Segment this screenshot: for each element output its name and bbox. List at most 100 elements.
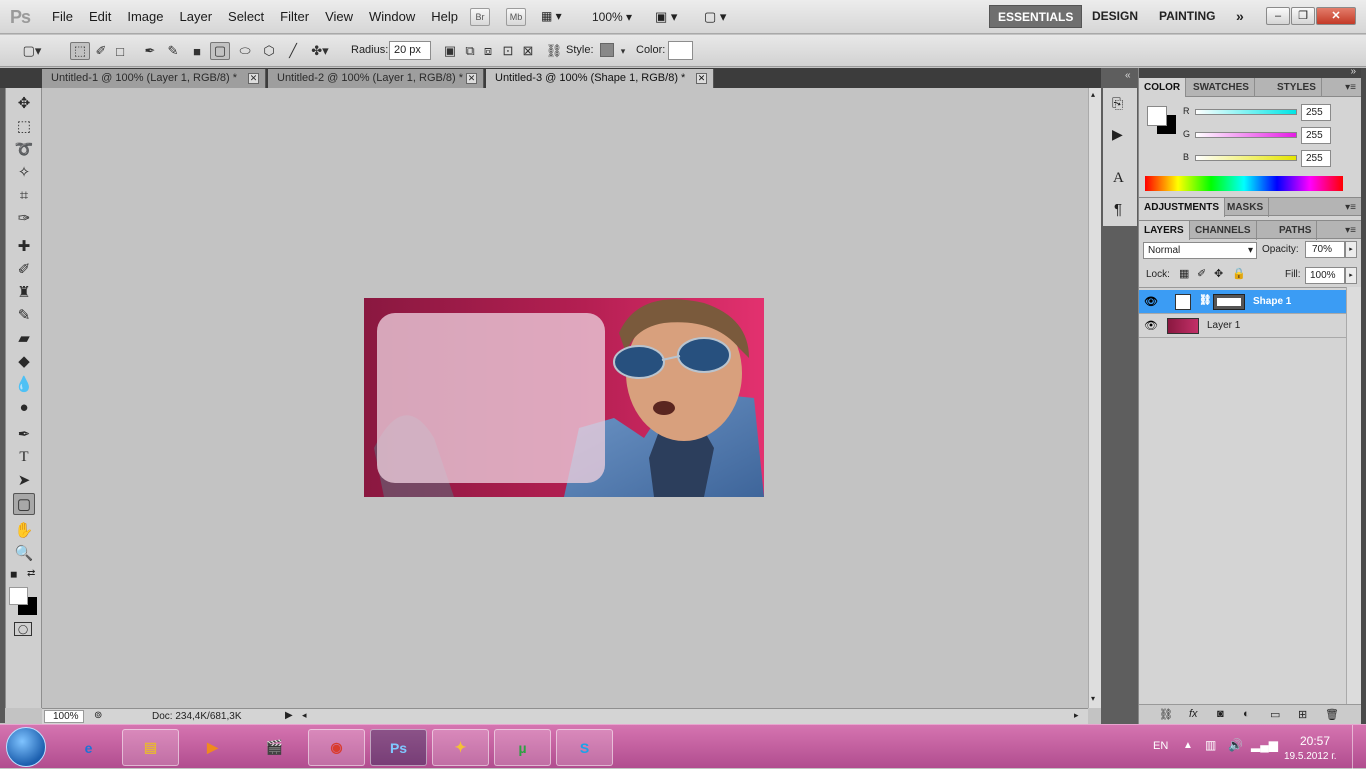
panel-foreground-swatch[interactable] (1147, 106, 1167, 126)
healing-brush-tool-icon[interactable]: ✚ (13, 235, 35, 257)
new-shape-layer-icon[interactable]: ▣ (440, 42, 460, 60)
default-colors-icon[interactable]: ◼ (10, 569, 17, 580)
taskbar-explorer-icon[interactable]: ▤ (122, 729, 179, 766)
lock-position-icon[interactable]: ✥ (1214, 267, 1223, 280)
rounded-rectangle-tool-icon[interactable]: ▢ (210, 42, 230, 60)
vector-mask-thumbnail[interactable] (1213, 294, 1245, 310)
style-swatch[interactable] (600, 43, 614, 57)
tab-adjustments[interactable]: ADJUSTMENTS (1139, 198, 1226, 217)
adjustment-layer-icon[interactable]: ◐ (1243, 708, 1250, 720)
history-panel-icon[interactable]: ⎘ (1112, 95, 1123, 112)
r-slider[interactable] (1195, 109, 1297, 115)
lock-image-icon[interactable]: ✐ (1197, 267, 1206, 280)
crop-tool-icon[interactable]: ⌗ (13, 184, 35, 206)
hand-tool-icon[interactable]: ✋ (13, 519, 35, 541)
menu-select[interactable]: Select (220, 0, 272, 34)
tab-layers[interactable]: LAYERS (1139, 221, 1190, 240)
status-info-icon[interactable]: ⊚ (94, 710, 102, 721)
taskbar-internet-explorer-icon[interactable]: e (60, 729, 117, 766)
blur-tool-icon[interactable]: 💧 (13, 373, 35, 395)
menu-window[interactable]: Window (361, 0, 423, 34)
layer-style-icon[interactable]: fx (1189, 708, 1198, 720)
pen-tool-icon[interactable]: ✒ (13, 423, 35, 445)
eye-icon[interactable]: 👁 (1144, 319, 1158, 332)
menu-image[interactable]: Image (119, 0, 171, 34)
tab-untitled-1[interactable]: Untitled-1 @ 100% (Layer 1, RGB/8) * ✕ (42, 69, 266, 88)
signal-icon[interactable]: ▂▄▆ (1251, 738, 1278, 752)
eraser-tool-icon[interactable]: ▰ (13, 327, 35, 349)
document-image[interactable] (364, 298, 764, 497)
rounded-rectangle-tool-icon[interactable]: ▢ (13, 493, 35, 515)
status-menu-arrow-icon[interactable]: ▶ (285, 710, 293, 721)
link-icon[interactable]: ⛓ (544, 42, 564, 60)
exclude-shape-icon[interactable]: ⊠ (518, 42, 538, 60)
taskbar-photoshop-icon[interactable]: Ps (370, 729, 427, 766)
zoom-tool-icon[interactable]: 🔍 (13, 542, 35, 564)
panel-menu-icon[interactable]: ▾≡ (1345, 225, 1356, 236)
intersect-shape-icon[interactable]: ⊡ (498, 42, 518, 60)
workspace-essentials[interactable]: ESSENTIALS (989, 5, 1083, 28)
subtract-shape-icon[interactable]: ⧈ (478, 42, 498, 60)
quick-selection-tool-icon[interactable]: ✧ (13, 161, 35, 183)
fill-pixels-icon[interactable]: □ (110, 42, 130, 60)
status-zoom-field[interactable]: 100% (44, 710, 84, 723)
clock-date[interactable]: 19.5.2012 г. (1284, 751, 1336, 762)
delete-layer-icon[interactable]: 🗑 (1325, 708, 1339, 721)
collapse-dock-icon[interactable]: « (1125, 70, 1131, 81)
color-swatch[interactable] (668, 41, 693, 60)
arrange-documents-icon[interactable]: ▣ ▾ (655, 9, 677, 25)
close-tab-icon[interactable]: ✕ (466, 73, 477, 84)
actions-panel-icon[interactable]: ▶ (1112, 126, 1123, 143)
custom-shape-tool-icon[interactable]: ✤▾ (310, 42, 330, 60)
move-tool-icon[interactable]: ✥ (13, 92, 35, 114)
tab-untitled-3[interactable]: Untitled-3 @ 100% (Shape 1, RGB/8) * ✕ (486, 69, 714, 88)
close-button[interactable]: ✕ (1316, 7, 1356, 25)
polygon-tool-icon[interactable]: ⬡ (259, 42, 279, 60)
g-slider[interactable] (1195, 132, 1297, 138)
new-layer-icon[interactable]: ⊞ (1298, 708, 1307, 721)
tab-color[interactable]: COLOR (1139, 78, 1187, 97)
menu-layer[interactable]: Layer (172, 0, 221, 34)
dodge-tool-icon[interactable]: ● (13, 396, 35, 418)
add-to-shape-icon[interactable]: ⧉ (460, 42, 480, 60)
ellipse-tool-icon[interactable]: ⬭ (235, 42, 255, 60)
style-dropdown-icon[interactable]: ▾ (617, 42, 629, 60)
eye-icon[interactable]: 👁 (1144, 295, 1158, 308)
history-brush-tool-icon[interactable]: ✎ (13, 304, 35, 326)
paragraph-panel-icon[interactable]: ¶ (1114, 201, 1122, 218)
taskbar-utorrent-icon[interactable]: µ (494, 729, 551, 766)
workspace-design[interactable]: DESIGN (1084, 5, 1146, 28)
add-mask-icon[interactable]: ◙ (1217, 708, 1224, 720)
paths-icon[interactable]: ✐ (91, 42, 111, 60)
clock-time[interactable]: 20:57 (1300, 734, 1330, 748)
rounded-rectangle-shape[interactable] (377, 313, 605, 483)
workspace-painting[interactable]: PAINTING (1151, 5, 1223, 28)
blend-mode-dropdown[interactable]: Normal ▾ (1143, 242, 1257, 259)
menu-edit[interactable]: Edit (81, 0, 119, 34)
clone-stamp-tool-icon[interactable]: ♜ (13, 281, 35, 303)
taskbar-game-icon[interactable]: ✦ (432, 729, 489, 766)
collapse-panels-icon[interactable]: » (1350, 66, 1356, 77)
g-value[interactable]: 255 (1301, 127, 1331, 144)
quick-mask-icon[interactable]: ◯ (14, 622, 32, 636)
path-selection-tool-icon[interactable]: ➤ (13, 469, 35, 491)
fill-input[interactable]: 100% (1305, 267, 1345, 284)
shape-layers-icon[interactable]: ⬚ (70, 42, 90, 60)
brush-tool-icon[interactable]: ✐ (13, 258, 35, 280)
menu-file[interactable]: File (44, 0, 81, 34)
menu-filter[interactable]: Filter (272, 0, 317, 34)
screen-mode-icon[interactable]: ▢ ▾ (704, 9, 726, 25)
line-tool-icon[interactable]: ╱ (283, 42, 303, 60)
radius-input[interactable]: 20 px (389, 41, 431, 60)
opacity-slider-icon[interactable]: ▸ (1345, 241, 1357, 258)
tab-styles[interactable]: STYLES (1272, 78, 1322, 97)
lasso-tool-icon[interactable]: ➰ (13, 138, 35, 160)
character-panel-icon[interactable]: A (1113, 170, 1124, 187)
taskbar-chrome-icon[interactable]: ◉ (308, 729, 365, 766)
rectangle-tool-icon[interactable]: ■ (187, 42, 207, 60)
menu-view[interactable]: View (317, 0, 361, 34)
lock-all-icon[interactable]: 🔒 (1232, 267, 1246, 280)
paint-bucket-tool-icon[interactable]: ◆ (13, 350, 35, 372)
tab-swatches[interactable]: SWATCHES (1188, 78, 1255, 97)
layer-row-layer-1[interactable]: 👁 Layer 1 (1139, 314, 1346, 338)
